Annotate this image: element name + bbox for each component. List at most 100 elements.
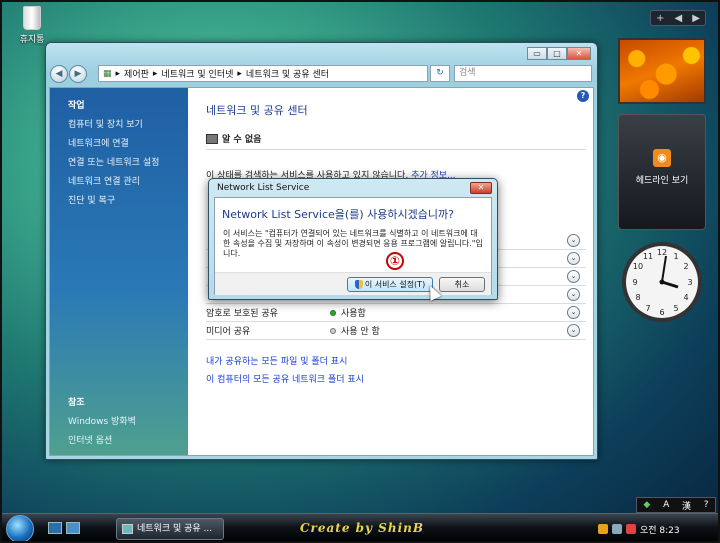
breadcrumb-separator-icon: ▸: [115, 68, 121, 79]
breadcrumb-separator-icon: ▸: [152, 68, 158, 79]
sharing-row-status: 사용함: [341, 309, 366, 319]
show-shared-folders-link[interactable]: 이 컴퓨터의 모든 공유 네트워크 폴더 표시: [206, 372, 364, 385]
taskbar: 네트워크 및 공유 ... Create by ShinB 오전 8:23: [0, 513, 720, 543]
network-status-text: 알 수 없음: [222, 135, 262, 145]
sharing-row-status: 사용 안 함: [341, 327, 380, 337]
status-on-icon: [330, 309, 336, 316]
clock-numeral-9: 9: [632, 278, 637, 287]
divider: [206, 149, 586, 150]
add-gadget-button[interactable]: +: [656, 13, 664, 24]
ime-icon[interactable]: ◆: [643, 500, 650, 510]
hanja-button[interactable]: 漢: [682, 499, 691, 512]
network-status: 알 수 없음: [206, 132, 586, 145]
sharing-row-name: 암호로 보호된 공유: [206, 309, 278, 319]
slideshow-gadget[interactable]: [618, 38, 706, 104]
tray-clock[interactable]: 오전 8:23: [640, 523, 680, 536]
volume-icon[interactable]: [626, 524, 636, 534]
cancel-button[interactable]: 취소: [439, 277, 485, 292]
clock-numeral-4: 4: [683, 293, 688, 302]
recycle-bin-shortcut[interactable]: 휴지통: [10, 6, 54, 45]
clock-numeral-10: 10: [633, 262, 643, 271]
language-help-button[interactable]: ?: [704, 500, 709, 510]
security-alert-icon[interactable]: [598, 524, 608, 534]
clock-numeral-1: 1: [673, 252, 678, 261]
uac-shield-icon: [354, 280, 363, 289]
task-link-view-computers[interactable]: 컴퓨터 및 장치 보기: [68, 117, 188, 130]
clock-numeral-2: 2: [683, 262, 688, 271]
credit-watermark: Create by ShinB: [300, 521, 424, 535]
window-caption-buttons: ▭ □ ✕: [527, 47, 591, 60]
dialog-body: Network List Service을(를) 사용하시겠습니까? 이 서비스…: [214, 197, 492, 295]
see-also-internet-options-link[interactable]: 인터넷 옵션: [68, 433, 136, 446]
minimize-button[interactable]: ▭: [527, 47, 547, 60]
show-my-shared-files-link[interactable]: 내가 공유하는 모든 파일 및 폴더 표시: [206, 354, 364, 367]
tasks-heading: 작업: [68, 101, 85, 111]
breadcrumb-item[interactable]: 제어판: [124, 67, 149, 80]
page-title: 네트워크 및 공유 센터: [206, 104, 308, 117]
expand-chevron-icon[interactable]: ⌄: [567, 288, 580, 301]
computer-icon: [206, 133, 218, 144]
start-button[interactable]: [6, 515, 34, 543]
feed-headlines-gadget[interactable]: ◉ 헤드라인 보기: [618, 114, 706, 230]
tasks-pane: 작업 컴퓨터 및 장치 보기 네트워크에 연결 연결 또는 네트워크 설정 네트…: [50, 88, 188, 455]
clock-center: [659, 279, 665, 285]
clock-numeral-6: 6: [659, 308, 664, 317]
main-panel: 네트워크 및 공유 센터 알 수 없음 이 상태를 검색하는 서비스를 사용하고…: [206, 102, 586, 385]
close-button[interactable]: ✕: [567, 47, 591, 60]
breadcrumb-item[interactable]: 네트워크 및 공유 센터: [246, 67, 329, 80]
maximize-button[interactable]: □: [547, 47, 567, 60]
system-tray: 오전 8:23: [598, 518, 716, 540]
clock-numeral-12: 12: [657, 248, 667, 257]
address-bar[interactable]: ▦ ▸ 제어판 ▸ 네트워크 및 인터넷 ▸ 네트워크 및 공유 센터: [98, 65, 428, 82]
sidebar-controls: + ◀ ▶: [650, 10, 706, 26]
input-mode-button[interactable]: A: [663, 500, 669, 510]
clock-numeral-3: 3: [687, 278, 692, 287]
network-list-service-dialog: Network List Service ✕ Network List Serv…: [208, 178, 498, 300]
expand-chevron-icon[interactable]: ⌄: [567, 234, 580, 247]
task-link-diagnose-repair[interactable]: 진단 및 복구: [68, 193, 188, 206]
clock-numeral-11: 11: [643, 252, 653, 261]
enable-service-button[interactable]: 이 서비스 설정(T): [347, 277, 433, 292]
show-desktop-icon[interactable]: [48, 522, 62, 534]
control-panel-icon: ▦: [103, 68, 112, 79]
dialog-description: 이 서비스는 "컴퓨터가 연결되어 있는 네트워크를 식별하고 이 네트워크에 …: [223, 229, 483, 258]
dialog-title: Network List Service: [217, 183, 310, 193]
search-input[interactable]: 검색: [454, 65, 592, 82]
expand-chevron-icon[interactable]: ⌄: [567, 270, 580, 283]
status-off-icon: [330, 327, 336, 334]
enable-service-label: 이 서비스 설정(T): [364, 280, 426, 289]
help-icon[interactable]: ?: [577, 90, 589, 102]
rss-feed-icon: ◉: [653, 149, 671, 167]
taskbar-window-label: 네트워크 및 공유 ...: [137, 524, 213, 534]
switch-windows-icon[interactable]: [66, 522, 80, 534]
clock-numeral-7: 7: [645, 304, 650, 313]
refresh-icon[interactable]: ↻: [430, 65, 450, 82]
feed-headlines-label: 헤드라인 보기: [635, 176, 689, 186]
control-panel-icon: [122, 524, 133, 534]
navigation-bar: ◀ ▶ ▦ ▸ 제어판 ▸ 네트워크 및 인터넷 ▸ 네트워크 및 공유 센터 …: [50, 63, 593, 85]
back-button[interactable]: ◀: [50, 65, 68, 83]
task-link-setup-connection[interactable]: 연결 또는 네트워크 설정: [68, 155, 188, 168]
bottom-links: 내가 공유하는 모든 파일 및 폴더 표시 이 컴퓨터의 모든 공유 네트워크 …: [206, 354, 364, 390]
network-icon[interactable]: [612, 524, 622, 534]
clock-numeral-8: 8: [635, 293, 640, 302]
next-gadget-button[interactable]: ▶: [692, 13, 700, 24]
breadcrumb-separator-icon: ▸: [237, 68, 242, 79]
task-link-connect-network[interactable]: 네트워크에 연결: [68, 136, 188, 149]
expand-chevron-icon[interactable]: ⌄: [567, 324, 580, 337]
task-link-manage-connections[interactable]: 네트워크 연결 관리: [68, 174, 188, 187]
forward-button[interactable]: ▶: [69, 65, 87, 83]
dialog-question: Network List Service을(를) 사용하시겠습니까?: [222, 208, 454, 221]
prev-gadget-button[interactable]: ◀: [674, 13, 682, 24]
see-also-section: 참조 Windows 방화벽 인터넷 옵션: [68, 395, 136, 452]
language-bar: ◆ A 漢 ?: [636, 497, 716, 513]
expand-chevron-icon[interactable]: ⌄: [567, 252, 580, 265]
breadcrumb-item[interactable]: 네트워크 및 인터넷: [161, 67, 233, 80]
dialog-button-bar: 이 서비스 설정(T) 취소: [215, 272, 491, 295]
see-also-firewall-link[interactable]: Windows 방화벽: [68, 414, 136, 427]
taskbar-window-button[interactable]: 네트워크 및 공유 ...: [116, 518, 224, 540]
dialog-close-button[interactable]: ✕: [470, 182, 492, 194]
expand-chevron-icon[interactable]: ⌄: [567, 306, 580, 319]
recycle-bin-icon: [23, 6, 41, 30]
clock-gadget[interactable]: 12 1 2 3 4 5 6 7 8 9 10 11: [620, 240, 704, 324]
